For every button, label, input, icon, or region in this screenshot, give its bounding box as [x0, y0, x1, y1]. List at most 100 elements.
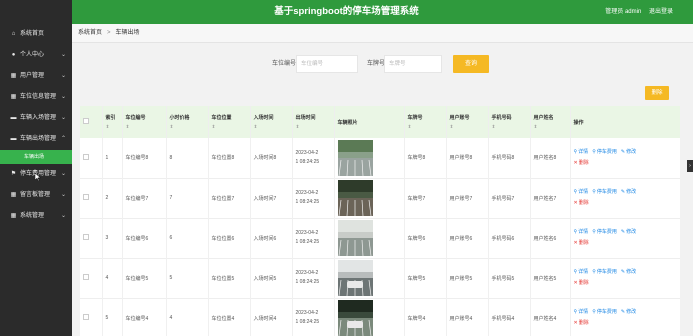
row-actions-line: ✕删除 [574, 318, 680, 329]
sort-icon[interactable]: ⇕ [106, 124, 122, 130]
vehicle-photo[interactable] [337, 139, 373, 176]
parking-fee-button[interactable]: ⚲停车费用 [592, 149, 617, 155]
column-header[interactable]: 用户账号 ⇕ [446, 106, 489, 138]
delete-button[interactable]: ✕删除 [574, 160, 589, 166]
breadcrumb: 系统首页 > 车辆出场 [72, 24, 693, 43]
vehicle-photo[interactable] [337, 220, 373, 256]
row-checkbox[interactable] [83, 234, 89, 240]
sidebar-item-label: 用户管理 [20, 73, 45, 79]
detail-button[interactable]: ⚲详情 [574, 189, 589, 195]
sidebar-item-4[interactable]: ▬ 车辆入场管理 ⌄ [0, 108, 72, 129]
sidebar-item-1[interactable]: ● 个人中心 ⌄ [0, 45, 72, 66]
column-header[interactable]: 入场时间 ⇕ [250, 106, 293, 138]
row-checkbox[interactable] [83, 274, 89, 280]
sidebar: ⌂ 系统首页 ● 个人中心 ⌄ ▦ 用户管理 ⌄ ▦ 车位信息管理 ⌄ ▬ 车辆入场管理 ⌄ ▬ 车辆出场管理… [0, 0, 72, 336]
column-header[interactable]: 用户姓名 ⇕ [530, 106, 571, 138]
vehicle-photo[interactable] [337, 260, 373, 296]
sidebar-item-0[interactable]: ⌂ 系统首页 [0, 24, 72, 45]
detail-button[interactable]: ⚲详情 [574, 269, 589, 275]
parking-fee-button[interactable]: ⚲停车费用 [592, 309, 617, 315]
row-checkbox[interactable] [83, 194, 89, 200]
row-checkbox[interactable] [83, 314, 89, 320]
sidebar-item-8[interactable]: ▦ 系统管理 ⌄ [0, 206, 72, 227]
column-header[interactable]: 小时价格 ⇕ [166, 106, 209, 138]
sidebar-item-3[interactable]: ▦ 车位信息管理 ⌄ [0, 87, 72, 108]
sidebar-item-7[interactable]: ▦ 留言板管理 ⌄ [0, 185, 72, 206]
pencil-icon: ✎ [620, 309, 626, 315]
delete-button[interactable]: ✕删除 [574, 240, 589, 246]
sort-icon[interactable]: ⇕ [170, 124, 208, 130]
column-header-label: 车辆照片 [337, 119, 358, 126]
row-actions-line: ✕删除 [574, 198, 680, 209]
detail-button[interactable]: ⚲详情 [574, 229, 589, 235]
column-header-label: 操作 [573, 119, 584, 126]
exit-time-date: 2023-04-2 [295, 230, 319, 236]
breadcrumb-home[interactable]: 系统首页 [78, 30, 102, 36]
sort-icon[interactable]: ⇕ [296, 124, 334, 130]
row-actions-line: ⚲详情 ⚲停车费用 ✎修改 [574, 307, 680, 318]
edit-button[interactable]: ✎修改 [621, 229, 636, 235]
sort-icon[interactable]: ⇕ [408, 124, 446, 130]
column-header[interactable]: 车辆照片 [334, 106, 405, 138]
delete-button[interactable]: ✕删除 [574, 200, 589, 206]
chevron-up-icon: ⌃ [60, 136, 66, 142]
sort-icon[interactable]: ⇕ [212, 124, 250, 130]
row-checkbox[interactable] [83, 153, 89, 160]
column-header[interactable]: 车牌号 ⇕ [404, 106, 447, 138]
row-select-cell [80, 298, 103, 336]
column-header[interactable]: 车位位置 ⇕ [208, 106, 251, 138]
cell-price: 8 [166, 138, 209, 178]
search-button[interactable]: 查询 [453, 55, 489, 73]
delete-button[interactable]: ✕删除 [574, 280, 589, 286]
pencil-icon: ✎ [620, 189, 626, 195]
parking-fee-button[interactable]: ⚲停车费用 [592, 269, 617, 275]
close-icon: ✕ [573, 320, 578, 326]
row-select-cell [80, 218, 103, 258]
edit-button[interactable]: ✎修改 [621, 269, 636, 275]
plate-number-input[interactable]: 车牌号 [384, 55, 442, 73]
close-icon: ✕ [573, 240, 578, 246]
home-icon: ⌂ [11, 31, 16, 37]
sort-icon[interactable]: ⇕ [534, 124, 570, 130]
detail-button[interactable]: ⚲详情 [574, 309, 589, 315]
vehicle-photo[interactable] [337, 300, 373, 336]
sort-icon[interactable]: ⇕ [126, 124, 166, 130]
column-header[interactable]: 车位编号 ⇕ [122, 106, 167, 138]
bulk-delete-button[interactable]: 删除 [645, 86, 669, 100]
sort-icon[interactable]: ⇕ [492, 124, 530, 130]
sidebar-item-2[interactable]: ▦ 用户管理 ⌄ [0, 66, 72, 87]
sort-icon[interactable]: ⇕ [254, 124, 292, 130]
table-row: 2 车位编号7 7 车位位置7 入场时间7 2023-04-2 1 08:24:25 车牌号7… [80, 178, 680, 218]
collapse-handle[interactable]: › [687, 160, 693, 172]
select-all-checkbox[interactable] [83, 118, 89, 124]
edit-button[interactable]: ✎修改 [621, 309, 636, 315]
sort-icon[interactable]: ⇕ [450, 124, 488, 130]
cell-plate: 车牌号6 [404, 218, 447, 258]
exit-time-cell: 2023-04-2 1 08:24:25 [292, 258, 335, 298]
close-icon: ✕ [573, 280, 578, 286]
cell-name: 用户姓名5 [530, 258, 571, 298]
logout-link[interactable]: 退出登录 [649, 9, 673, 15]
exit-records-table: 索引 ⇕ 车位编号 ⇕ 小时价格 ⇕ 车位位置 ⇕ 入场时间 ⇕ 出场时间 ⇕ 车辆照片 车牌号 ⇕ 用户账号… [80, 106, 680, 336]
cell-index: 4 [102, 258, 123, 298]
column-header[interactable]: 出场时间 ⇕ [292, 106, 335, 138]
parking-fee-button[interactable]: ⚲停车费用 [592, 189, 617, 195]
column-header[interactable]: 索引 ⇕ [102, 106, 123, 138]
vehicle-photo[interactable] [337, 180, 373, 216]
chevron-down-icon: ⌄ [60, 115, 66, 121]
delete-button[interactable]: ✕删除 [574, 320, 589, 326]
sidebar-item-5[interactable]: ▬ 车辆出场管理 ⌃ [0, 129, 72, 150]
chevron-down-icon: ⌄ [60, 73, 66, 79]
admin-user-label: 管理员 admin [605, 9, 642, 15]
row-actions-line: ✕删除 [574, 158, 680, 169]
spot-number-input[interactable]: 车位编号 [296, 55, 358, 73]
edit-button[interactable]: ✎修改 [621, 149, 636, 155]
delete-button-label: 删除 [578, 280, 589, 286]
detail-button[interactable]: ⚲详情 [574, 149, 589, 155]
edit-button[interactable]: ✎修改 [621, 189, 636, 195]
row-select-cell [80, 138, 103, 178]
sidebar-subitem-vehicle-exit[interactable]: 车辆出场 [0, 150, 72, 164]
search-bar: 车位编号 车位编号 车牌号 车牌号 查询 [72, 54, 693, 74]
column-header[interactable]: 手机号码 ⇕ [488, 106, 531, 138]
parking-fee-button[interactable]: ⚲停车费用 [592, 229, 617, 235]
